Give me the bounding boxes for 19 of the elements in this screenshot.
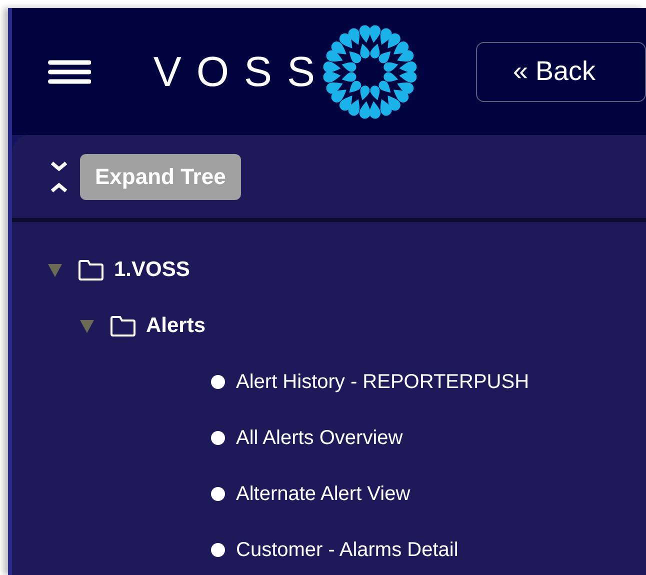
bullet-icon — [211, 431, 225, 445]
menu-icon[interactable] — [48, 58, 92, 84]
bullet-icon — [211, 543, 225, 557]
folder-icon — [110, 315, 136, 337]
tooltip: Expand Tree — [80, 154, 241, 200]
expanded-triangle-icon[interactable] — [48, 263, 62, 277]
tree-item[interactable]: Alternate Alert View — [236, 482, 410, 506]
folder-icon — [78, 259, 104, 281]
tree-item[interactable]: All Alerts Overview — [236, 426, 403, 450]
tree-item[interactable]: Customer - Alarms Detail — [236, 538, 458, 562]
collapse-icon[interactable] — [50, 160, 68, 192]
bullet-icon — [211, 375, 225, 389]
back-button[interactable]: « Back — [476, 42, 646, 102]
bullet-icon — [211, 487, 225, 501]
tree-item[interactable]: Alert History - REPORTERPUSH — [236, 370, 530, 394]
tree-folder[interactable]: 1.VOSS — [114, 258, 190, 282]
tree-folder[interactable]: Alerts — [146, 314, 206, 338]
logo-text: VOSS — [153, 48, 330, 96]
expanded-triangle-icon[interactable] — [80, 319, 94, 333]
